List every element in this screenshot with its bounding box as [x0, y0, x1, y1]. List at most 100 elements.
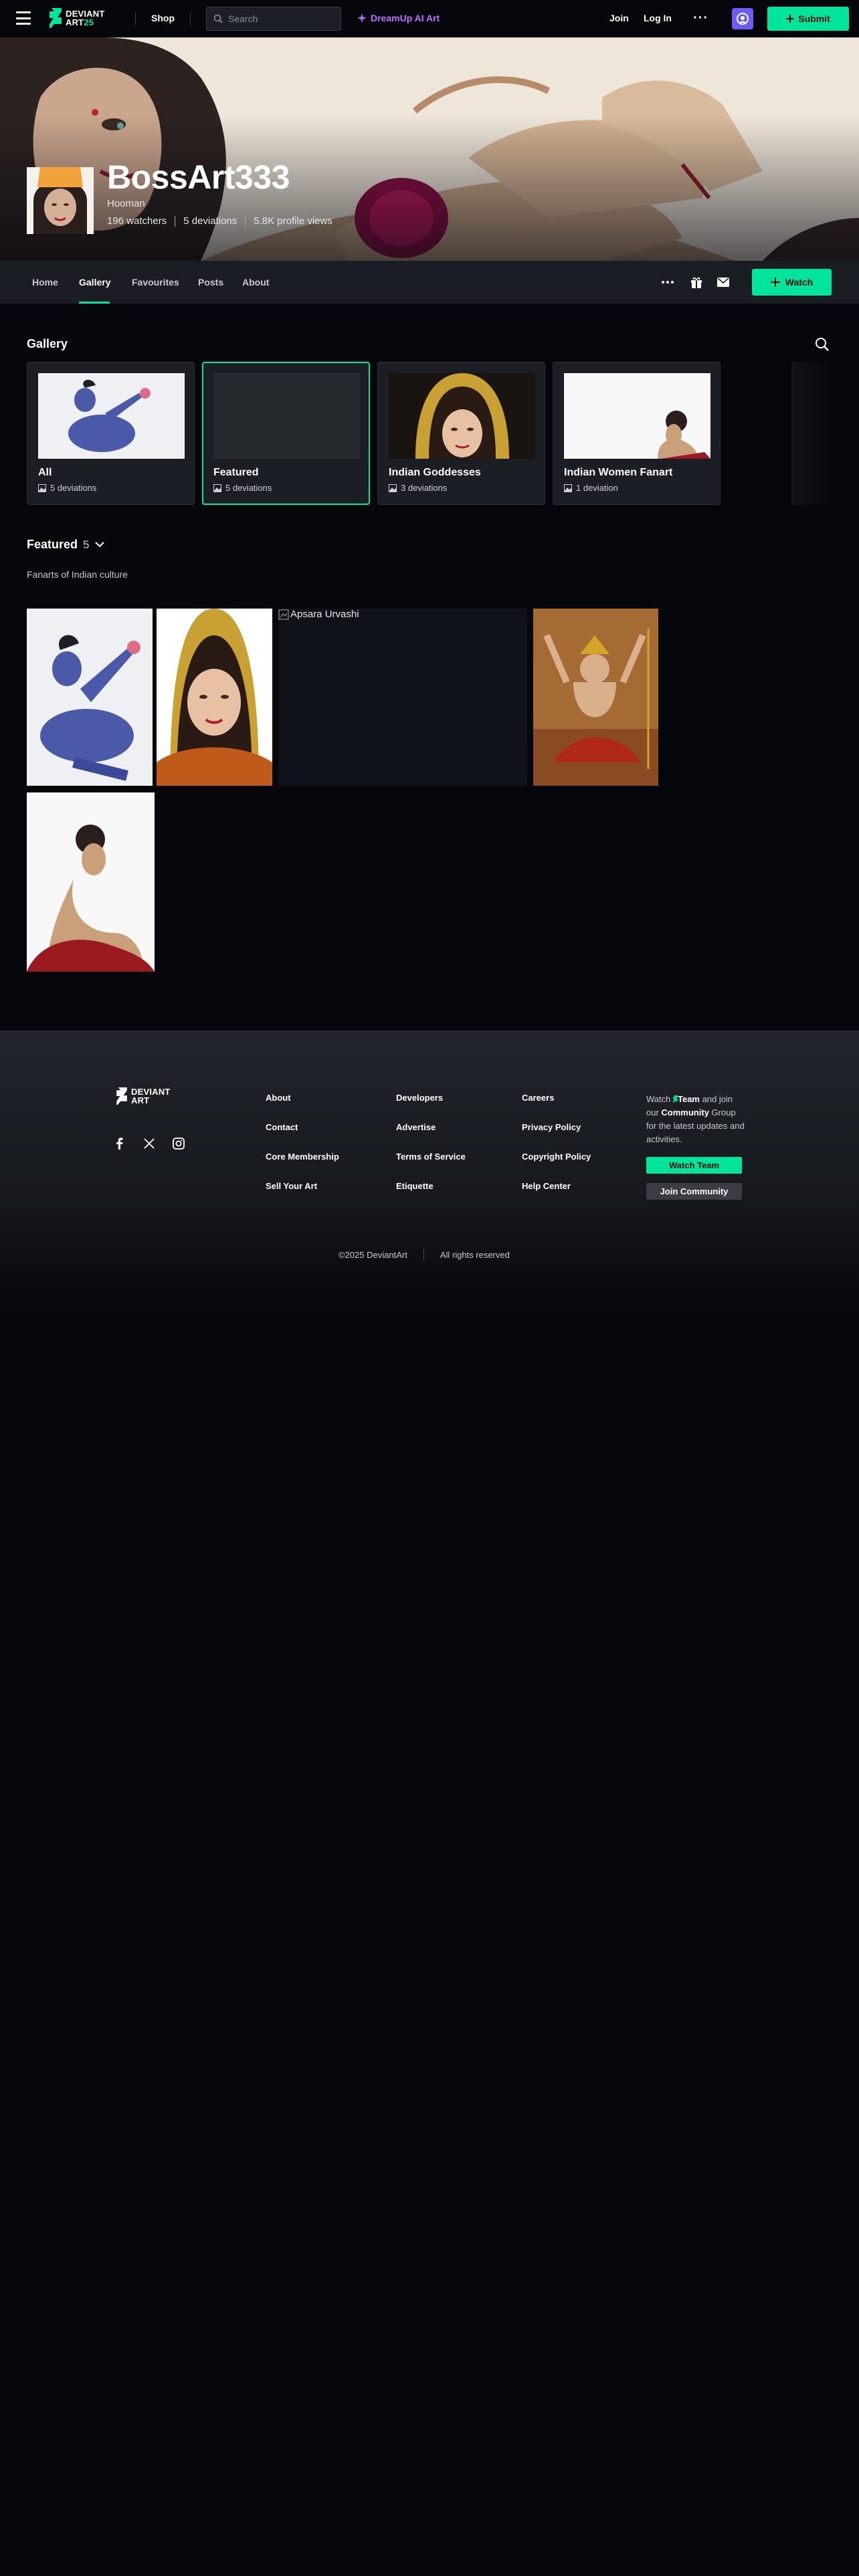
copyright-text: ©2025 DeviantArt: [339, 1249, 407, 1260]
chevron-down-icon: [94, 542, 104, 548]
profile-avatar[interactable]: [27, 167, 94, 234]
deviation-thumbnail[interactable]: [533, 609, 658, 786]
deviation-thumbnail[interactable]: [27, 792, 155, 972]
join-link[interactable]: Join: [609, 13, 629, 23]
ellipsis-icon[interactable]: ···: [693, 11, 708, 26]
footer-logo-text: DEVIANT ART: [131, 1087, 170, 1105]
tab-favourites[interactable]: Favourites: [132, 277, 179, 288]
featured-dropdown[interactable]: Featured 5: [27, 538, 104, 552]
footer-watch-pre: Watch: [646, 1094, 671, 1104]
folder-all[interactable]: All 5 deviations: [27, 362, 195, 505]
watch-team-button[interactable]: Watch Team: [646, 1157, 742, 1174]
deviation-thumbnail-broken[interactable]: Apsara Urvashi: [278, 609, 527, 786]
folder-thumbnail: [213, 373, 360, 459]
footer-watch-text: Watch Team and join our Community Group …: [646, 1093, 747, 1146]
sparkle-icon: [357, 13, 367, 23]
search-icon[interactable]: [815, 337, 830, 352]
menu-icon[interactable]: [16, 11, 31, 25]
footer-link-contact[interactable]: Contact: [266, 1122, 298, 1132]
footer-link-copyright[interactable]: Copyright Policy: [522, 1152, 591, 1162]
mail-icon[interactable]: [717, 276, 730, 289]
footer-watch-team: Team: [677, 1094, 700, 1104]
dreamup-link[interactable]: DreamUp AI Art: [357, 13, 440, 23]
folder-count-label: 1 deviation: [576, 483, 618, 493]
search-icon: [213, 14, 223, 23]
footer-link-about[interactable]: About: [266, 1093, 291, 1103]
footer-logo[interactable]: DEVIANT ART: [116, 1087, 170, 1105]
x-icon[interactable]: [142, 1137, 156, 1150]
image-icon: [389, 484, 397, 492]
gift-icon[interactable]: [690, 276, 703, 289]
folder-count: 5 deviations: [38, 483, 96, 493]
tab-gallery[interactable]: Gallery: [79, 277, 110, 288]
footer-link-advertise[interactable]: Advertise: [396, 1122, 436, 1132]
logo-badge: 25: [84, 17, 94, 27]
footer-link-sell-your-art[interactable]: Sell Your Art: [266, 1181, 317, 1191]
folder-name: Featured: [213, 467, 259, 478]
profile-username: BossArt333: [107, 158, 290, 196]
divider: [245, 215, 246, 227]
featured-description: Fanarts of Indian culture: [27, 569, 128, 580]
folder-count-label: 5 deviations: [225, 483, 272, 493]
profile-avatar-image: [27, 167, 94, 234]
featured-title: Featured: [27, 538, 78, 551]
footer-watch-community: Community: [661, 1107, 709, 1117]
footer-link-terms[interactable]: Terms of Service: [396, 1152, 466, 1162]
folder-indian-women-fanart[interactable]: Indian Women Fanart 1 deviation: [553, 362, 721, 505]
footer-link-privacy[interactable]: Privacy Policy: [522, 1122, 581, 1132]
broken-image-alt: Apsara Urvashi: [278, 609, 359, 620]
deviation-thumbnail[interactable]: [157, 609, 272, 786]
site-footer: DEVIANT ART About Contact Core Membershi…: [0, 1031, 859, 1311]
folder-count: 1 deviation: [564, 483, 618, 493]
shop-link[interactable]: Shop: [151, 13, 175, 23]
folder-count-label: 3 deviations: [401, 483, 448, 493]
tab-about[interactable]: About: [242, 277, 269, 288]
logo-mark-icon: [116, 1087, 127, 1105]
folder-featured[interactable]: Featured 5 deviations: [202, 362, 370, 505]
footer-link-etiquette[interactable]: Etiquette: [396, 1181, 434, 1191]
logo-mark-icon: [50, 8, 62, 28]
folder-name: All: [38, 467, 52, 478]
divider: [135, 12, 136, 25]
facebook-icon[interactable]: [112, 1137, 126, 1150]
folder-thumbnail: [389, 373, 535, 459]
folder-carousel-fade: [791, 362, 832, 505]
footer-link-help[interactable]: Help Center: [522, 1181, 571, 1191]
ellipsis-icon[interactable]: [661, 276, 674, 289]
folder-thumbnail: [564, 373, 710, 459]
watch-label: Watch: [785, 277, 814, 288]
profile-tagline: Hooman: [107, 198, 145, 209]
watch-button[interactable]: Watch: [752, 269, 832, 296]
join-community-button[interactable]: Join Community: [646, 1183, 742, 1200]
featured-count: 5: [83, 538, 90, 551]
banner-shade: [0, 37, 859, 261]
avatar-icon: [737, 13, 749, 25]
folder-indian-goddesses[interactable]: Indian Goddesses 3 deviations: [377, 362, 545, 505]
footer-link-developers[interactable]: Developers: [396, 1093, 443, 1103]
logo-line2: ART: [66, 17, 84, 27]
divider: [423, 1249, 424, 1261]
dreamup-label: DreamUp AI Art: [371, 13, 440, 23]
image-icon: [38, 484, 46, 492]
instagram-icon[interactable]: [172, 1137, 185, 1150]
profile-stats: 196 watchers 5 deviations 5.8K profile v…: [107, 215, 332, 227]
tab-home[interactable]: Home: [32, 277, 58, 288]
gallery-title: Gallery: [27, 337, 68, 350]
login-link[interactable]: Log In: [644, 13, 672, 23]
deviation-thumbnail[interactable]: [27, 609, 153, 786]
logo-text: DEVIANT ART25: [66, 9, 104, 27]
submit-button[interactable]: Submit: [767, 7, 849, 31]
footer-link-careers[interactable]: Careers: [522, 1093, 554, 1103]
search-input[interactable]: [228, 13, 335, 24]
divider: [190, 12, 191, 25]
footer-link-core-membership[interactable]: Core Membership: [266, 1152, 339, 1162]
deviantart-logo[interactable]: DEVIANT ART25: [50, 8, 104, 28]
deviations-count[interactable]: 5 deviations: [183, 215, 237, 227]
broken-image-alt-text: Apsara Urvashi: [290, 609, 359, 620]
plus-icon: [770, 278, 780, 287]
watchers-count[interactable]: 196 watchers: [107, 215, 167, 227]
tab-posts[interactable]: Posts: [198, 277, 223, 288]
folder-name: Indian Goddesses: [389, 467, 481, 478]
avatar[interactable]: [732, 8, 753, 29]
search-box[interactable]: [206, 7, 341, 31]
